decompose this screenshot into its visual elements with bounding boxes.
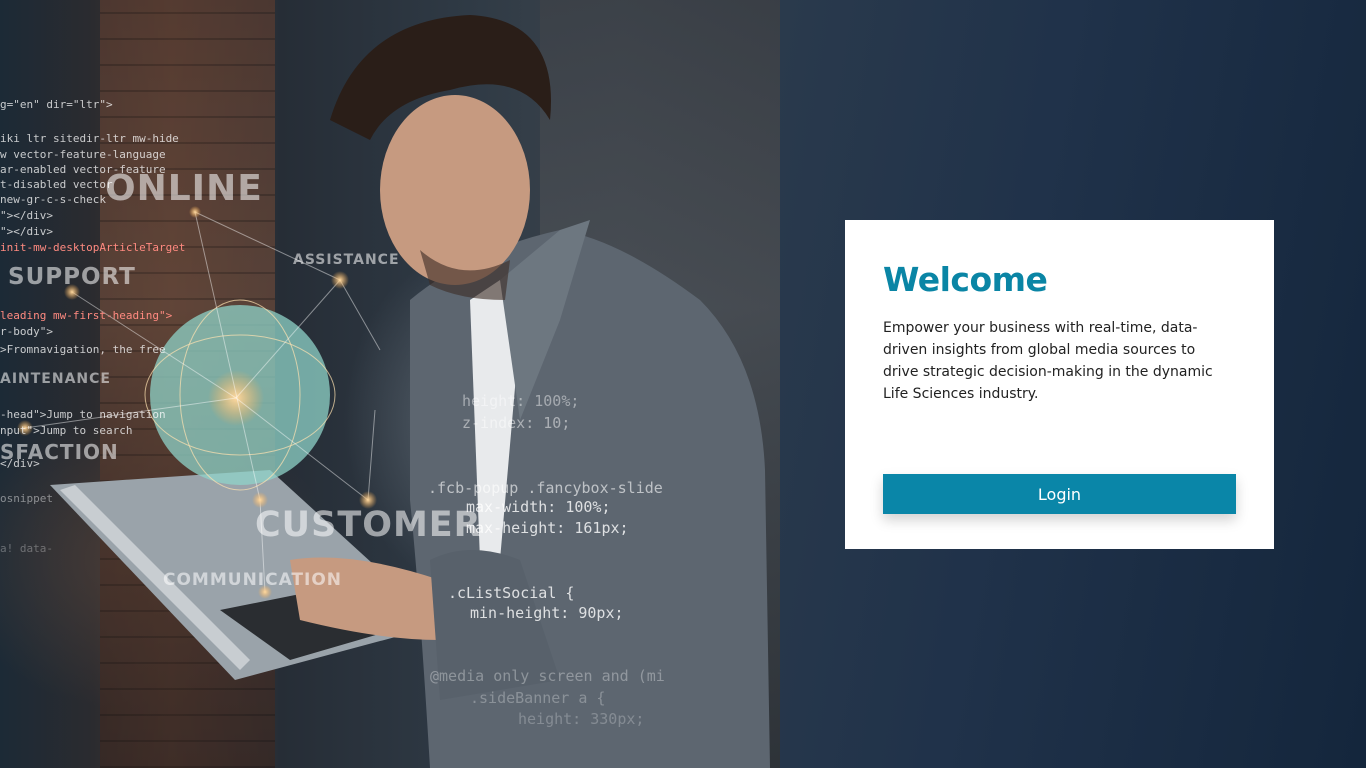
- code-line: max-height: 161px;: [466, 519, 629, 537]
- code-line: "></div>: [0, 209, 53, 222]
- globe-graphic: [17, 206, 381, 599]
- code-line: >Fromnavigation, the free: [0, 343, 166, 356]
- code-line: new-gr-c-s-check: [0, 193, 106, 206]
- code-line: min-height: 90px;: [470, 604, 624, 622]
- code-line: -head">Jump to navigation: [0, 408, 166, 421]
- overlay-word-maintenance: AINTENANCE: [0, 371, 111, 387]
- code-line: a! data-: [0, 542, 53, 555]
- code-line: iki ltr sitedir-ltr mw-hide: [0, 132, 179, 145]
- code-line: "></div>: [0, 225, 53, 238]
- code-line: .fcb-popup .fancybox-slide: [428, 479, 663, 497]
- overlay-word-customer: CUSTOMER: [255, 505, 482, 545]
- code-line: osnippet: [0, 492, 53, 505]
- code-line: w vector-feature-language: [0, 148, 166, 161]
- code-line: nput">Jump to search: [0, 424, 133, 437]
- hero-image: ONLINE SUPPORT ASSISTANCE AINTENANCE SFA…: [0, 0, 780, 768]
- code-line: leading mw-first-heading">: [0, 309, 173, 322]
- overlay-word-communication: COMMUNICATION: [163, 570, 343, 590]
- code-line: z-index: 10;: [462, 414, 571, 432]
- code-line: height: 100%;: [462, 392, 580, 410]
- overlay-word-support: SUPPORT: [8, 264, 136, 290]
- code-line: g="en" dir="ltr">: [0, 98, 113, 111]
- code-line: </div>: [0, 457, 40, 470]
- code-line: @media only screen and (mi: [430, 667, 665, 685]
- welcome-title: Welcome: [883, 260, 1048, 299]
- overlay-word-assistance: ASSISTANCE: [293, 252, 400, 268]
- code-line: r-body">: [0, 325, 53, 338]
- code-line: ar-enabled vector-feature: [0, 163, 166, 176]
- code-line: .cListSocial {: [448, 584, 575, 602]
- welcome-card: Welcome Empower your business with real-…: [845, 220, 1274, 549]
- login-button[interactable]: Login: [883, 474, 1236, 514]
- code-line: max-width: 100%;: [466, 498, 611, 516]
- code-line: .sideBanner a {: [470, 689, 606, 707]
- code-line: t-disabled vector: [0, 178, 113, 191]
- code-line: init-mw-desktopArticleTarget: [0, 241, 186, 254]
- code-line: height: 330px;: [518, 710, 645, 728]
- welcome-description: Empower your business with real-time, da…: [883, 320, 1213, 402]
